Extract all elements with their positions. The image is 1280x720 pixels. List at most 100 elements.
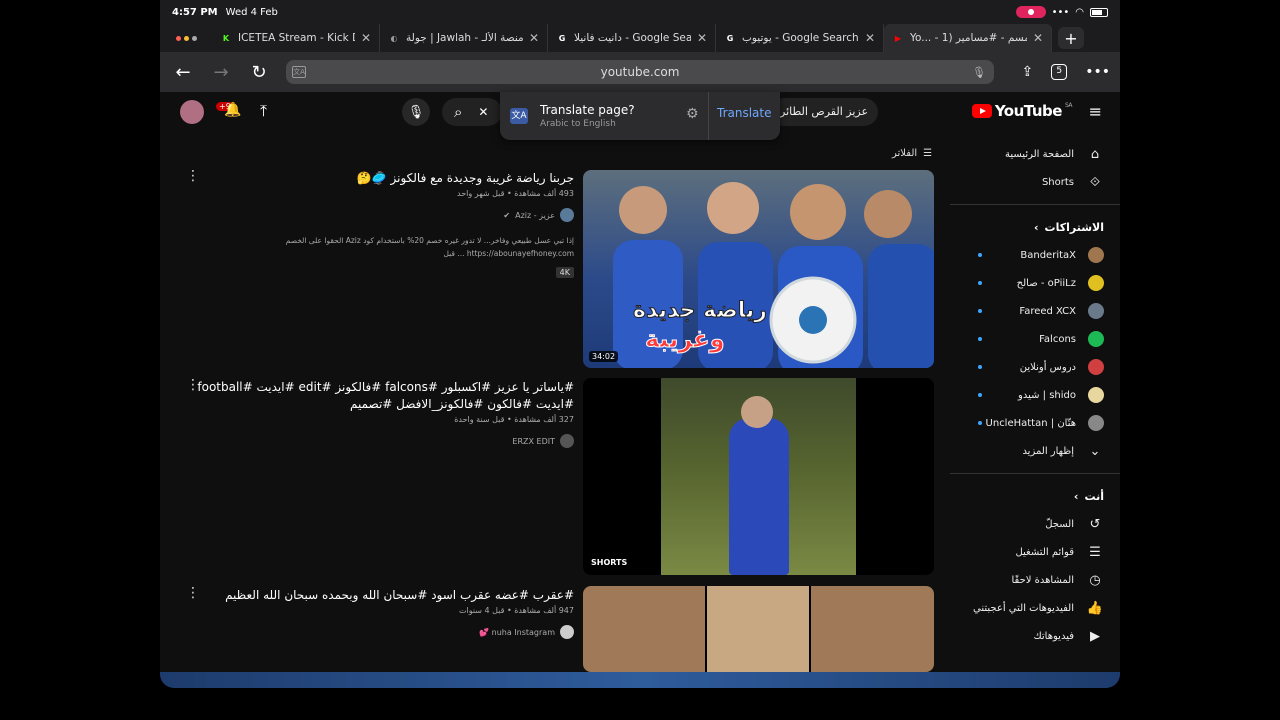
wifi-icon: ◠ xyxy=(1075,6,1084,18)
sidebar-item[interactable]: الصفحة الرئيسية ⌂ xyxy=(950,140,1120,168)
channel[interactable]: nuha Instagram 💕 xyxy=(178,625,574,639)
bell-icon[interactable]: 🔔 xyxy=(224,102,241,118)
sidebar-item[interactable]: الفيديوهات التي أعجبتني 👍 xyxy=(950,594,1120,622)
tab-overview-button[interactable]: 5 xyxy=(1051,64,1068,80)
sidebar-item[interactable]: المشاهدة لاحقًا ◷ xyxy=(950,566,1120,594)
channel-avatar[interactable] xyxy=(560,208,574,222)
quality-badge: 4K xyxy=(555,267,574,278)
sidebar-item[interactable]: شيدو | shido xyxy=(950,381,1120,409)
browser-tab[interactable]: ◐ جولة | Jawlah - منصة الألـ ✕ xyxy=(380,24,548,52)
clear-icon[interactable]: ✕ xyxy=(478,105,488,119)
new-content-dot xyxy=(978,421,982,425)
sidebar-item-label: صالح - oPiiLz xyxy=(1016,277,1076,289)
sidebar-item-label: Shorts xyxy=(1041,176,1074,188)
browser-tab[interactable]: K ICETEA Stream - Kick D ✕ xyxy=(212,24,380,52)
sidebar-item-label: BanderitaX xyxy=(1020,249,1076,261)
back-icon[interactable]: ← xyxy=(164,62,202,83)
close-tab-icon[interactable]: ✕ xyxy=(1033,31,1043,45)
browser-tab[interactable]: ▶ Yo... - سمسم - #مسامير (1 ✕ xyxy=(884,24,1052,52)
channel-avatar xyxy=(1088,331,1104,347)
verified-icon: ✔ xyxy=(503,210,511,220)
sidebar-item[interactable]: UncleHattan | هتّان xyxy=(950,409,1120,437)
tab-favicon-icon: G xyxy=(726,33,734,43)
channel[interactable]: عزيز - Aziz ✔ xyxy=(178,208,574,222)
show-more-button[interactable]: إظهار المزيد ⌄ xyxy=(950,437,1120,465)
video-result[interactable]: ⋮ #عقرب #عضه عقرب اسود #سبحان الله وبحمد… xyxy=(178,585,934,675)
more-menu-icon[interactable]: ••• xyxy=(1085,64,1110,80)
search-button[interactable]: ⌕ ✕ xyxy=(442,98,502,126)
shorts-label: SHORTS xyxy=(591,558,628,567)
sidebar-section-heading[interactable]: ‹ الاشتراكات xyxy=(950,213,1120,241)
playlist-icon: ☰ xyxy=(1089,544,1101,560)
channel[interactable]: ERZX EDIT xyxy=(178,434,574,448)
video-thumbnail[interactable]: رياضة جديدة وغريبة 34:02 xyxy=(583,170,934,368)
divider xyxy=(950,204,1120,205)
sidebar-item-label: الفيديوهات التي أعجبتني xyxy=(973,602,1074,614)
shorts-icon: ⟐ xyxy=(1089,174,1101,190)
thumbnail-text-2: وغريبة xyxy=(645,325,726,354)
channel-avatar[interactable] xyxy=(560,625,574,639)
filter-button[interactable]: الفلاتر ☰ xyxy=(892,148,932,159)
close-tab-icon[interactable]: ✕ xyxy=(865,31,875,45)
sidebar-item[interactable]: قوائم التشغيل ☰ xyxy=(950,538,1120,566)
signal-icon: ••• xyxy=(1051,6,1070,18)
channel-avatar[interactable] xyxy=(560,434,574,448)
new-content-dot xyxy=(978,281,982,285)
page-translate-icon[interactable]: 文A xyxy=(292,66,306,78)
video-result[interactable]: ⋮ #ياساتر يا عزيز #اكسبلور #falcons #فال… xyxy=(178,377,934,577)
new-tab-button[interactable]: + xyxy=(1058,27,1084,49)
tab-title: يوتيوب - Google Search xyxy=(742,32,859,44)
translate-button[interactable]: Translate xyxy=(717,106,772,120)
sidebar-item[interactable]: Shorts ⟐ xyxy=(950,168,1120,196)
video-title[interactable]: #ياساتر يا عزيز #اكسبلور #falcons #فالكو… xyxy=(178,379,574,413)
upload-icon[interactable]: ⤒ xyxy=(260,101,267,121)
close-tab-icon[interactable]: ✕ xyxy=(529,31,539,45)
browser-tab-bar: K ICETEA Stream - Kick D ✕ ◐ جولة | Jawlah -… xyxy=(160,24,1120,52)
sidebar-item[interactable]: دروس أونلاين xyxy=(950,353,1120,381)
sidebar-item[interactable]: فيديوهاتك ▶ xyxy=(950,622,1120,650)
tab-favicon-icon: K xyxy=(222,33,230,43)
video-description: إذا تبي عسل طبيعي وفاخر... لا تدور غيره … xyxy=(285,236,574,258)
forward-icon[interactable]: → xyxy=(202,62,240,83)
video-thumbnail[interactable]: SHORTS xyxy=(583,378,934,575)
window-menu-icon[interactable] xyxy=(160,35,212,41)
video-thumbnail[interactable] xyxy=(583,586,934,672)
tab-favicon-icon: G xyxy=(558,33,566,43)
video-stats: 327 ألف مشاهدة • قبل سنة واحدة xyxy=(454,415,574,424)
address-url: youtube.com xyxy=(600,65,680,79)
sidebar-item[interactable]: السجلّ ↺ xyxy=(950,510,1120,538)
browser-tab[interactable]: G يوتيوب - Google Search ✕ xyxy=(716,24,884,52)
youtube-logo[interactable]: YouTube SA xyxy=(971,102,1073,120)
translate-subtitle: Arabic to English xyxy=(540,119,616,129)
search-query-chip[interactable]: عزيز القرص الطائر xyxy=(770,98,879,126)
avatar[interactable] xyxy=(180,100,204,124)
hamburger-menu-icon[interactable]: ≡ xyxy=(1089,102,1102,121)
reload-icon[interactable]: ↻ xyxy=(240,62,278,83)
video-meta: #عقرب #عضه عقرب اسود #سبحان الله وبحمده … xyxy=(178,587,574,639)
channel-name[interactable]: ERZX EDIT xyxy=(512,437,555,446)
close-tab-icon[interactable]: ✕ xyxy=(361,31,371,45)
share-icon[interactable]: ⇪ xyxy=(1021,64,1033,80)
video-stats: 493 ألف مشاهدة • قبل شهر واحد xyxy=(457,189,574,198)
gear-icon[interactable]: ⚙ xyxy=(686,106,699,122)
sidebar-item[interactable]: Fareed XCX xyxy=(950,297,1120,325)
video-title[interactable]: جربنا رياضة غريبة وجديدة مع فالكونز 🥏🤔 xyxy=(178,170,574,187)
sidebar-item[interactable]: BanderitaX xyxy=(950,241,1120,269)
voice-search-icon[interactable]: 🎙 xyxy=(402,98,430,126)
sidebar-item[interactable]: Falcons xyxy=(950,325,1120,353)
close-tab-icon[interactable]: ✕ xyxy=(697,31,707,45)
video-result[interactable]: ⋮ جربنا رياضة غريبة وجديدة مع فالكونز 🥏🤔… xyxy=(178,168,934,368)
address-bar[interactable]: 文A youtube.com 🎙 xyxy=(286,60,994,84)
address-mic-icon[interactable]: 🎙 xyxy=(972,66,986,79)
video-meta: جربنا رياضة غريبة وجديدة مع فالكونز 🥏🤔 4… xyxy=(178,170,574,279)
video-title[interactable]: #عقرب #عضه عقرب اسود #سبحان الله وبحمده … xyxy=(178,587,574,604)
channel-avatar xyxy=(1088,387,1104,403)
status-time: 4:57 PM xyxy=(172,6,218,18)
sidebar-item[interactable]: صالح - oPiiLz xyxy=(950,269,1120,297)
sidebar-section-heading[interactable]: ‹ أنت xyxy=(950,482,1120,510)
browser-tab[interactable]: G دانيت فانيلا - Google Search ✕ xyxy=(548,24,716,52)
channel-avatar xyxy=(1088,303,1104,319)
channel-name[interactable]: nuha Instagram 💕 xyxy=(479,628,555,637)
channel-name[interactable]: عزيز - Aziz xyxy=(515,211,555,220)
sidebar-item-label: قوائم التشغيل xyxy=(1015,546,1074,558)
